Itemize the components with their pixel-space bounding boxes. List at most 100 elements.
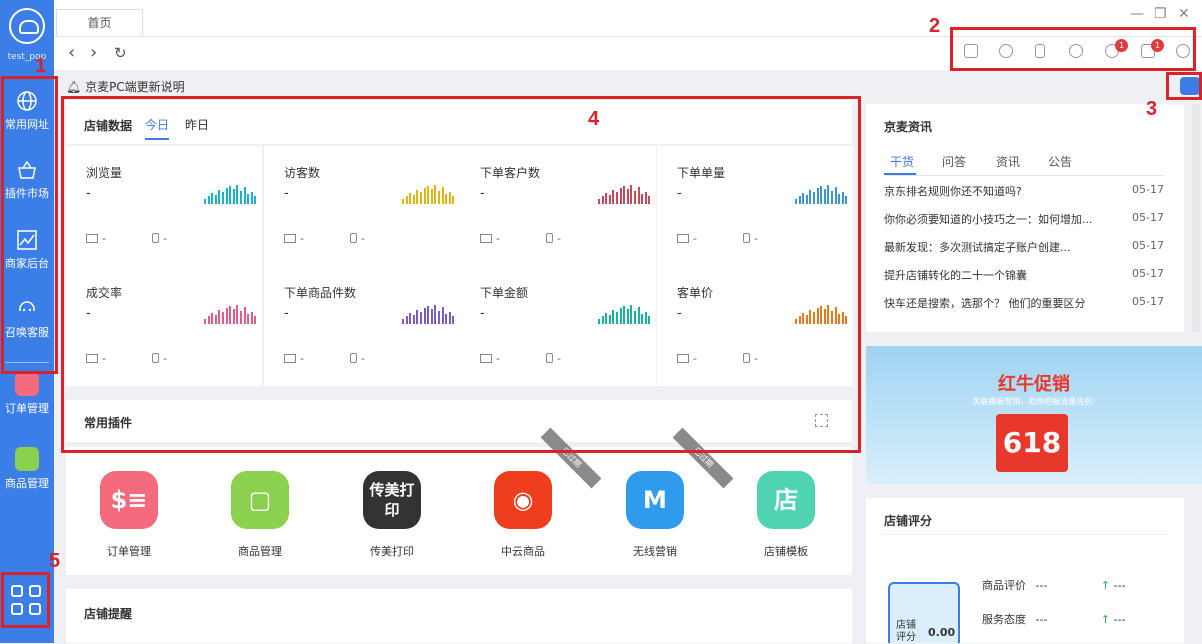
skin-icon[interactable] xyxy=(1069,44,1083,58)
plugin-item[interactable]: 店店铺模板 xyxy=(755,471,817,559)
promo-banner[interactable]: 红牛促销 关联模板营销，助你把握流量先机! 618 xyxy=(866,346,1202,484)
rating-row-value: --- xyxy=(1035,579,1048,592)
screenshot-button[interactable] xyxy=(1180,77,1200,95)
news-row[interactable]: 提升店铺转化的二十一个锦囊 05-17 xyxy=(884,267,1164,283)
metric-card[interactable]: 访客数 - -- xyxy=(264,146,460,266)
sidebar-item-label: 商品管理 xyxy=(5,477,49,490)
apps-grid-button[interactable] xyxy=(11,585,43,617)
sparkline-bar xyxy=(225,188,228,204)
sparkline-bar xyxy=(809,190,812,204)
sparkline-bar xyxy=(612,190,615,204)
sparkline-bar xyxy=(605,193,608,204)
forward-icon[interactable]: › xyxy=(90,44,97,62)
metric-label: 浏览量 xyxy=(86,166,123,180)
metric-breakdown: -- xyxy=(284,232,365,245)
sparkline-bar xyxy=(637,187,640,204)
sidebar-item-product-management[interactable]: 商品管理 xyxy=(0,447,54,491)
plugin-item[interactable]: ◉ 中云商品 xyxy=(492,471,554,559)
plugins-panel xyxy=(66,447,852,575)
sparkline-bar xyxy=(204,319,206,324)
sparkline-bar xyxy=(641,194,644,204)
news-row-date: 05-17 xyxy=(1132,211,1164,224)
tab-home[interactable]: 首页 xyxy=(56,9,143,37)
plugin-item[interactable]: $≡ 订单管理 xyxy=(98,471,160,559)
plugin-app-icon: 店 xyxy=(757,471,815,529)
metric-card[interactable]: 客单价 - -- xyxy=(657,266,853,386)
sparkline-bar xyxy=(438,311,440,324)
close-icon[interactable]: ✕ xyxy=(1178,6,1190,22)
sparkline-bar xyxy=(416,310,419,324)
news-tab-notice[interactable]: 公告 xyxy=(1048,153,1072,170)
news-tab-info[interactable]: 资讯 xyxy=(996,153,1020,170)
news-row[interactable]: 你你必须要知道的小技巧之一：如何增加... 05-17 xyxy=(884,211,1164,227)
attachment-icon[interactable] xyxy=(999,44,1013,58)
sidebar-item-merchant-backend[interactable]: 商家后台 xyxy=(0,229,54,271)
news-row[interactable]: 快车还是搜索，选那个？ 他们的重要区分 05-17 xyxy=(884,295,1164,311)
news-row-title: 提升店铺转化的二十一个锦囊 xyxy=(884,269,1027,282)
rating-divider xyxy=(882,534,1168,535)
metric-breakdown: -- xyxy=(677,352,758,365)
news-tab-qa[interactable]: 问答 xyxy=(942,153,966,170)
sparkline-bar xyxy=(240,311,242,324)
metric-card[interactable]: 下单单量 - -- xyxy=(657,146,853,266)
mobile-value: - xyxy=(360,352,365,365)
mobile-value: - xyxy=(162,232,167,245)
back-icon[interactable]: ‹ xyxy=(68,44,75,62)
plugin-icon[interactable]: 1 xyxy=(1105,39,1128,58)
sparkline-bar xyxy=(644,192,647,204)
restore-icon[interactable]: ❐ xyxy=(1154,6,1167,22)
mobile-icon[interactable] xyxy=(1035,44,1045,58)
sparkline-bar xyxy=(222,192,224,204)
sparkline-bar xyxy=(430,309,433,324)
sidebar-item-common-urls[interactable]: 常用网址 xyxy=(0,90,54,132)
sparkline-bar xyxy=(416,190,419,204)
sidebar-item-plugin-market[interactable]: 插件市场 xyxy=(0,159,54,201)
shop-data-title: 店铺数据 xyxy=(84,119,133,133)
update-notice[interactable]: 🔔︎ 京麦PC端更新说明 xyxy=(66,78,185,95)
sparkline-bar xyxy=(623,186,626,204)
plugin-grid-icon[interactable] xyxy=(815,414,828,427)
news-row-title: 快车还是搜索，选那个？ 他们的重要区分 xyxy=(884,297,1086,310)
plugin-item[interactable]: M 无线营销 xyxy=(624,471,686,559)
notice-text: 京麦PC端更新说明 xyxy=(85,80,185,94)
settings-icon[interactable] xyxy=(1176,44,1190,58)
plugin-app-icon: M xyxy=(626,471,684,529)
sparkline-bar xyxy=(434,185,437,204)
shop-rating-badge: 店铺评分 0.00 xyxy=(888,582,960,643)
metric-card[interactable]: 下单商品件数 - -- xyxy=(264,266,460,386)
sidebar-item-order-management[interactable]: 订单管理 xyxy=(0,372,54,416)
sparkline-bar xyxy=(225,308,228,324)
lock-icon[interactable] xyxy=(964,44,978,58)
minimize-icon[interactable]: — xyxy=(1130,6,1144,22)
news-tab-tips[interactable]: 干货 xyxy=(890,153,914,170)
sparkline-bar xyxy=(831,311,833,324)
sparkline-bar xyxy=(838,314,841,324)
plugin-label: 店铺模板 xyxy=(764,545,808,558)
sparkline-bar xyxy=(795,199,797,204)
metric-card[interactable]: 浏览量 - -- xyxy=(66,146,262,266)
sparkline-bar xyxy=(207,316,210,324)
news-row[interactable]: 京东排名规则你还不知道吗? 05-17 xyxy=(884,183,1164,199)
sparkline-bar xyxy=(412,195,415,204)
sidebar-item-customer-service[interactable]: 召唤客服 xyxy=(0,298,54,340)
sparkline-bar xyxy=(608,315,611,324)
news-row-date: 05-17 xyxy=(1132,239,1164,252)
sparkline-bar xyxy=(827,305,830,324)
metric-card[interactable]: 下单金额 - -- xyxy=(460,266,656,386)
tab-today[interactable]: 今日 xyxy=(145,116,170,140)
mobile-icon xyxy=(151,353,159,363)
refresh-icon[interactable]: ↻ xyxy=(114,45,127,61)
logo-icon[interactable] xyxy=(9,8,45,44)
tab-yesterday[interactable]: 昨日 xyxy=(185,116,209,133)
message-icon[interactable]: 1 xyxy=(1141,39,1164,58)
plugin-item[interactable]: ▢ 商品管理 xyxy=(229,471,291,559)
news-row[interactable]: 最新发现：多次测试搞定子账户创建... 05-17 xyxy=(884,239,1164,255)
sparkline-bar xyxy=(601,316,604,324)
sparkline-bar xyxy=(845,196,848,204)
sparkline-bar xyxy=(448,192,451,204)
metric-card[interactable]: 成交率 - -- xyxy=(66,266,262,386)
metric-card[interactable]: 下单客户数 - -- xyxy=(460,146,656,266)
plugin-item[interactable]: 传美打印 传美打印 xyxy=(361,471,423,559)
scrollbar[interactable] xyxy=(1192,104,1200,332)
sparkline xyxy=(402,184,457,204)
